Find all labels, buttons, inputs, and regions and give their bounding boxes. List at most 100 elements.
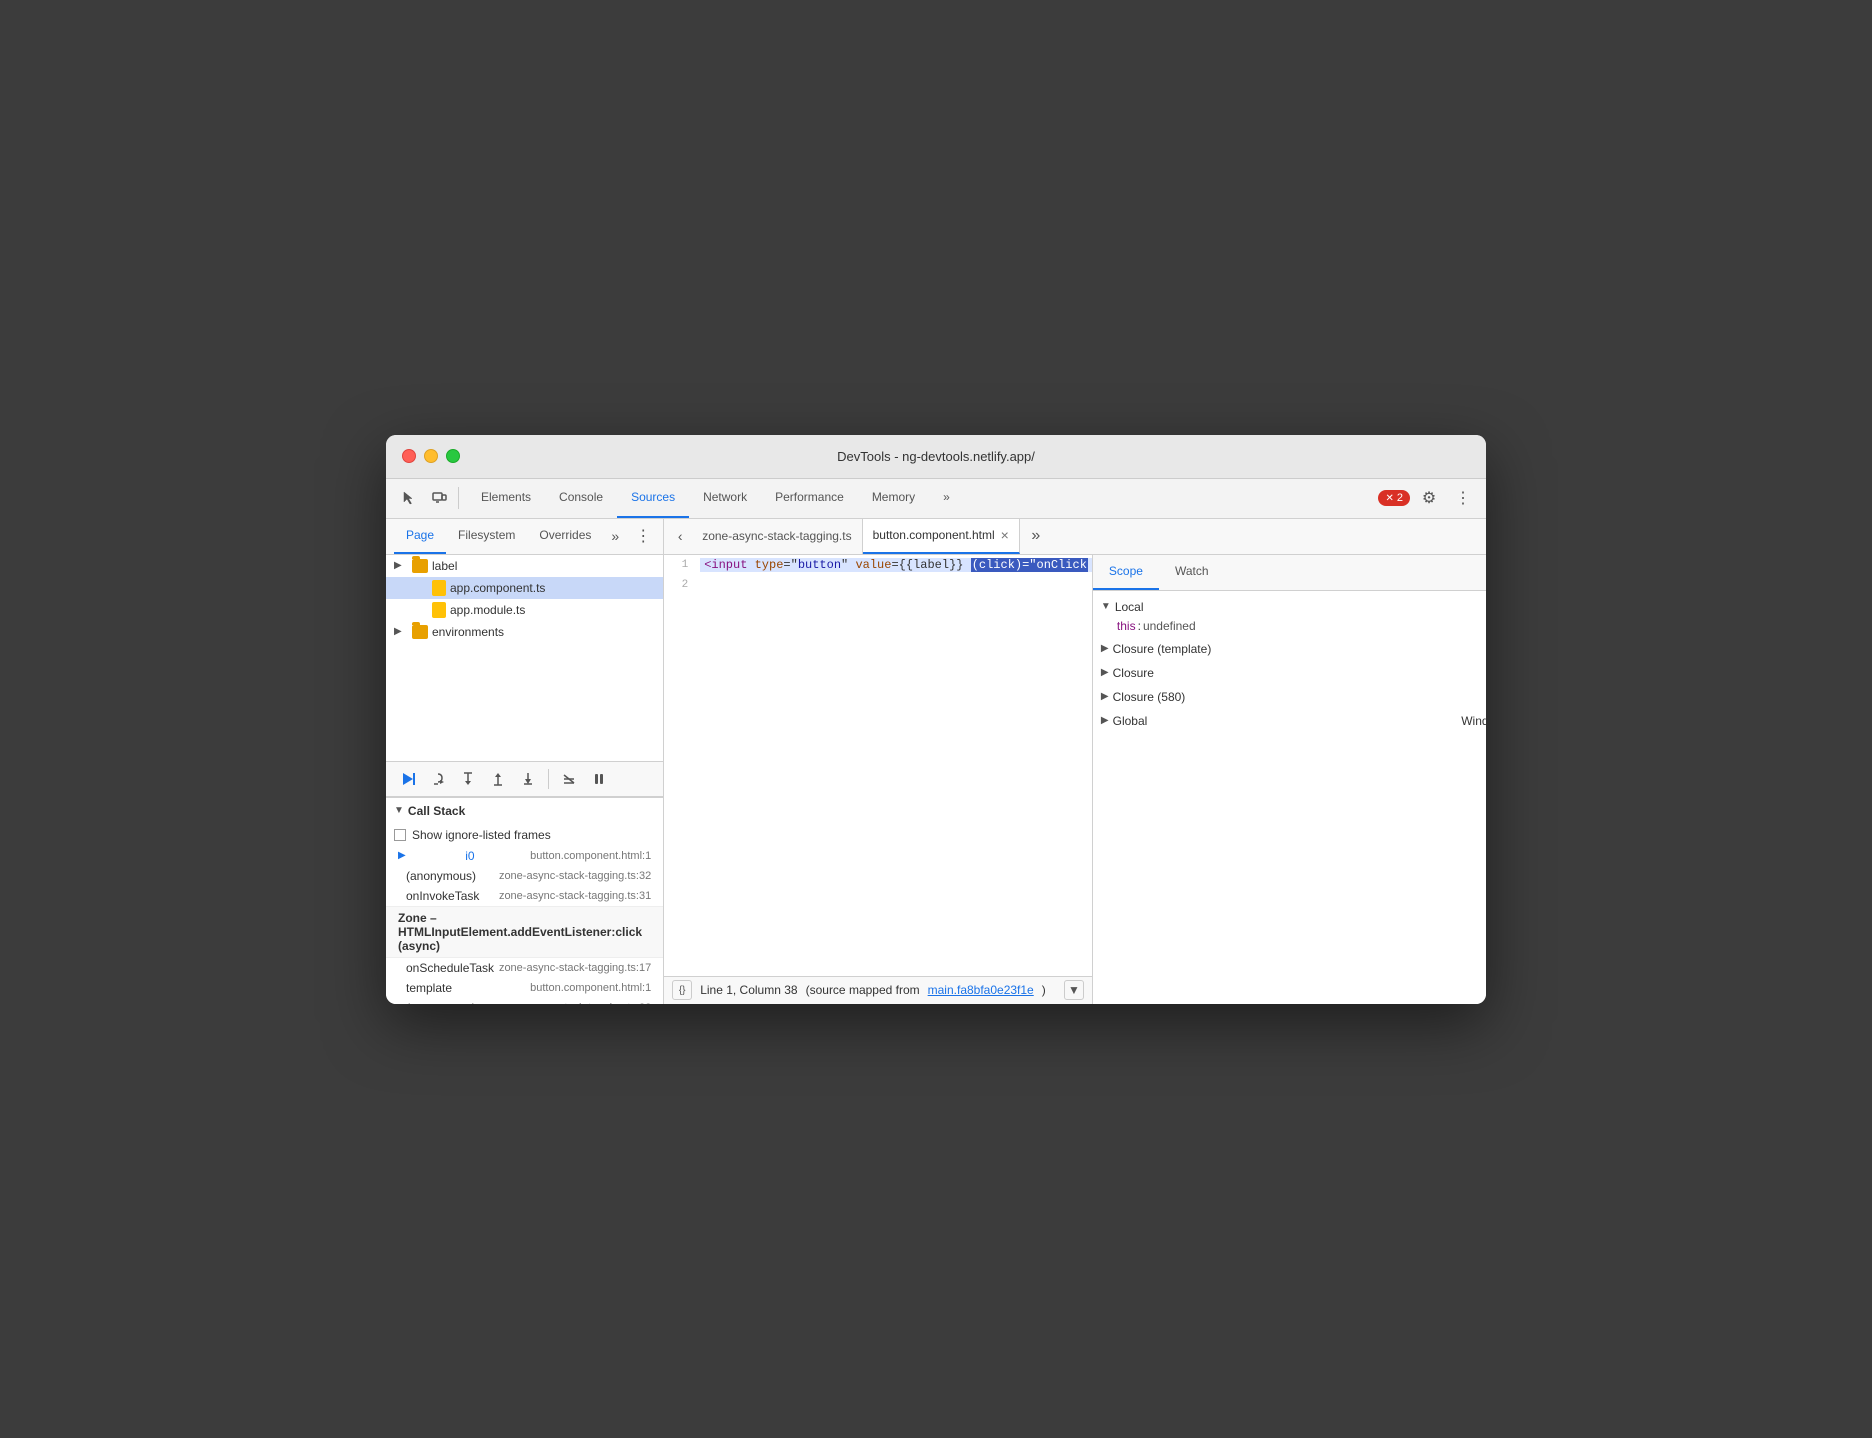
- callstack-loc-anon2: zone-async-stack-tagging.ts:32: [499, 1002, 651, 1004]
- scope-closure-template-label: Closure (template): [1113, 642, 1212, 656]
- error-count: 2: [1397, 492, 1403, 504]
- tab-console[interactable]: Console: [545, 479, 617, 518]
- ignore-frames-label: Show ignore-listed frames: [412, 828, 551, 842]
- debug-deactivate-button[interactable]: [555, 765, 583, 793]
- debug-stepinto-button[interactable]: [454, 765, 482, 793]
- scope-panel: Scope Watch ▼ Local this :: [1092, 555, 1486, 1004]
- call-stack-arrow: ▼: [394, 805, 404, 816]
- call-stack-header[interactable]: ▼ Call Stack: [386, 798, 663, 824]
- line-number-1: 1: [664, 559, 700, 571]
- call-stack-panel: ▼ Call Stack Show ignore-listed frames i…: [386, 797, 663, 1004]
- scope-section-closure-header[interactable]: ▶ Closure: [1101, 663, 1486, 683]
- callstack-row-invoketask1[interactable]: onInvokeTask zone-async-stack-tagging.ts…: [386, 886, 663, 906]
- tab-memory[interactable]: Memory: [858, 479, 929, 518]
- error-icon: ✕: [1385, 493, 1393, 504]
- maximize-button[interactable]: [446, 449, 460, 463]
- callstack-name-invoketask1: onInvokeTask: [406, 889, 479, 903]
- scope-key-this: this: [1117, 619, 1136, 633]
- status-source-map-close: ): [1042, 983, 1046, 997]
- debug-stepover-button[interactable]: [424, 765, 452, 793]
- editor-tab-button[interactable]: button.component.html ×: [863, 519, 1020, 554]
- scope-global-label: Global: [1113, 714, 1148, 728]
- error-badge[interactable]: ✕ 2: [1378, 490, 1410, 506]
- file-icon-ts-app-module: [432, 602, 446, 618]
- callstack-row-template[interactable]: template button.component.html:1: [386, 978, 663, 998]
- scope-tab-watch[interactable]: Watch: [1159, 555, 1225, 590]
- tree-arrow-environments: ▶: [394, 626, 408, 637]
- subtab-page[interactable]: Page: [394, 519, 446, 554]
- debug-step-button[interactable]: [514, 765, 542, 793]
- right-main: 1 <input type="button" value={{label}} (…: [664, 555, 1486, 1004]
- format-button[interactable]: {}: [672, 980, 692, 1000]
- code-editor[interactable]: 1 <input type="button" value={{label}} (…: [664, 555, 1092, 976]
- scope-section-local-header[interactable]: ▼ Local: [1101, 597, 1486, 617]
- debug-divider: [548, 769, 549, 789]
- settings-button[interactable]: ⚙: [1414, 483, 1444, 513]
- editor-more-tabs[interactable]: »: [1024, 524, 1048, 548]
- sub-tabs: Page Filesystem Overrides » ⋮: [386, 519, 663, 555]
- scope-tab-scope[interactable]: Scope: [1093, 555, 1159, 590]
- scope-closure-label: Closure: [1113, 666, 1154, 680]
- scope-section-closure-580: ▶ Closure (580): [1093, 685, 1486, 709]
- cursor-tool-button[interactable]: [394, 483, 424, 513]
- callstack-row-anon2[interactable]: (anonymous) zone-async-stack-tagging.ts:…: [386, 998, 663, 1004]
- scope-section-closure-template-header[interactable]: ▶ Closure (template): [1101, 639, 1486, 659]
- editor-nav-back[interactable]: ‹: [668, 524, 692, 548]
- callstack-name-i0: i0: [465, 849, 474, 863]
- tree-item-app-component[interactable]: app.component.ts: [386, 577, 663, 599]
- tab-network[interactable]: Network: [689, 479, 761, 518]
- scope-colon-this: :: [1138, 619, 1141, 633]
- tree-item-label-folder[interactable]: ▶ label: [386, 555, 663, 577]
- tab-performance[interactable]: Performance: [761, 479, 858, 518]
- scope-section-global-header[interactable]: ▶ Global Window: [1101, 711, 1486, 731]
- callstack-row-scheduletask1[interactable]: onScheduleTask zone-async-stack-tagging.…: [386, 958, 663, 978]
- subtab-overrides[interactable]: Overrides: [527, 519, 603, 554]
- callstack-name-anon2: (anonymous): [406, 1001, 476, 1004]
- tree-label-app-component: app.component.ts: [450, 581, 655, 595]
- callstack-loc-invoketask1: zone-async-stack-tagging.ts:31: [499, 890, 651, 902]
- debug-stepout-button[interactable]: [484, 765, 512, 793]
- editor-tab-zone[interactable]: zone-async-stack-tagging.ts: [692, 519, 862, 554]
- window-title: DevTools - ng-devtools.netlify.app/: [837, 449, 1035, 464]
- callstack-row-anon1[interactable]: (anonymous) zone-async-stack-tagging.ts:…: [386, 866, 663, 886]
- callstack-row-i0[interactable]: i0 button.component.html:1: [386, 846, 663, 866]
- scope-closure-580-label: Closure (580): [1113, 690, 1186, 704]
- callstack-loc-scheduletask1: zone-async-stack-tagging.ts:17: [499, 962, 651, 974]
- close-button[interactable]: [402, 449, 416, 463]
- debug-resume-button[interactable]: [394, 765, 422, 793]
- more-options-button[interactable]: ⋮: [1448, 483, 1478, 513]
- ignore-frames-row: Show ignore-listed frames: [386, 824, 663, 846]
- scope-item-this: this : undefined: [1101, 617, 1486, 635]
- subtab-filesystem[interactable]: Filesystem: [446, 519, 527, 554]
- tab-sources[interactable]: Sources: [617, 479, 689, 518]
- devtools-window: DevTools - ng-devtools.netlify.app/ Elem…: [386, 435, 1486, 1004]
- editor-tabs: ‹ zone-async-stack-tagging.ts button.com…: [664, 519, 1486, 555]
- callstack-name-anon1: (anonymous): [406, 869, 476, 883]
- traffic-lights: [402, 449, 460, 463]
- editor-tab-close[interactable]: ×: [1001, 528, 1009, 542]
- debug-toolbar: [386, 761, 663, 797]
- device-toolbar-button[interactable]: [424, 483, 454, 513]
- scope-section-closure-580-header[interactable]: ▶ Closure (580): [1101, 687, 1486, 707]
- tree-item-app-module[interactable]: app.module.ts: [386, 599, 663, 621]
- subtab-more[interactable]: »: [603, 528, 627, 544]
- callstack-loc-i0: button.component.html:1: [530, 850, 651, 862]
- status-source-map-link[interactable]: main.fa8bfa0e23f1e: [928, 983, 1034, 997]
- debug-pause-button[interactable]: [585, 765, 613, 793]
- editor-tab-button-label: button.component.html: [873, 528, 995, 542]
- file-tree: ▶ label app.component.ts app.module.ts: [386, 555, 663, 761]
- toolbar-right: ✕ 2 ⚙ ⋮: [1378, 483, 1478, 513]
- scope-section-closure: ▶ Closure: [1093, 661, 1486, 685]
- scope-section-closure-template: ▶ Closure (template): [1093, 637, 1486, 661]
- callstack-name-template: template: [406, 981, 452, 995]
- top-toolbar: Elements Console Sources Network Perform…: [386, 479, 1486, 519]
- tree-item-environments-folder[interactable]: ▶ environments: [386, 621, 663, 643]
- minimize-button[interactable]: [424, 449, 438, 463]
- ignore-frames-checkbox[interactable]: [394, 829, 406, 841]
- subtab-menu[interactable]: ⋮: [631, 522, 655, 550]
- status-arrow-btn[interactable]: ▼: [1064, 980, 1084, 1000]
- tab-more[interactable]: »: [929, 479, 964, 518]
- callstack-name-scheduletask1: onScheduleTask: [406, 961, 494, 975]
- call-stack-title: Call Stack: [408, 804, 465, 818]
- tab-elements[interactable]: Elements: [467, 479, 545, 518]
